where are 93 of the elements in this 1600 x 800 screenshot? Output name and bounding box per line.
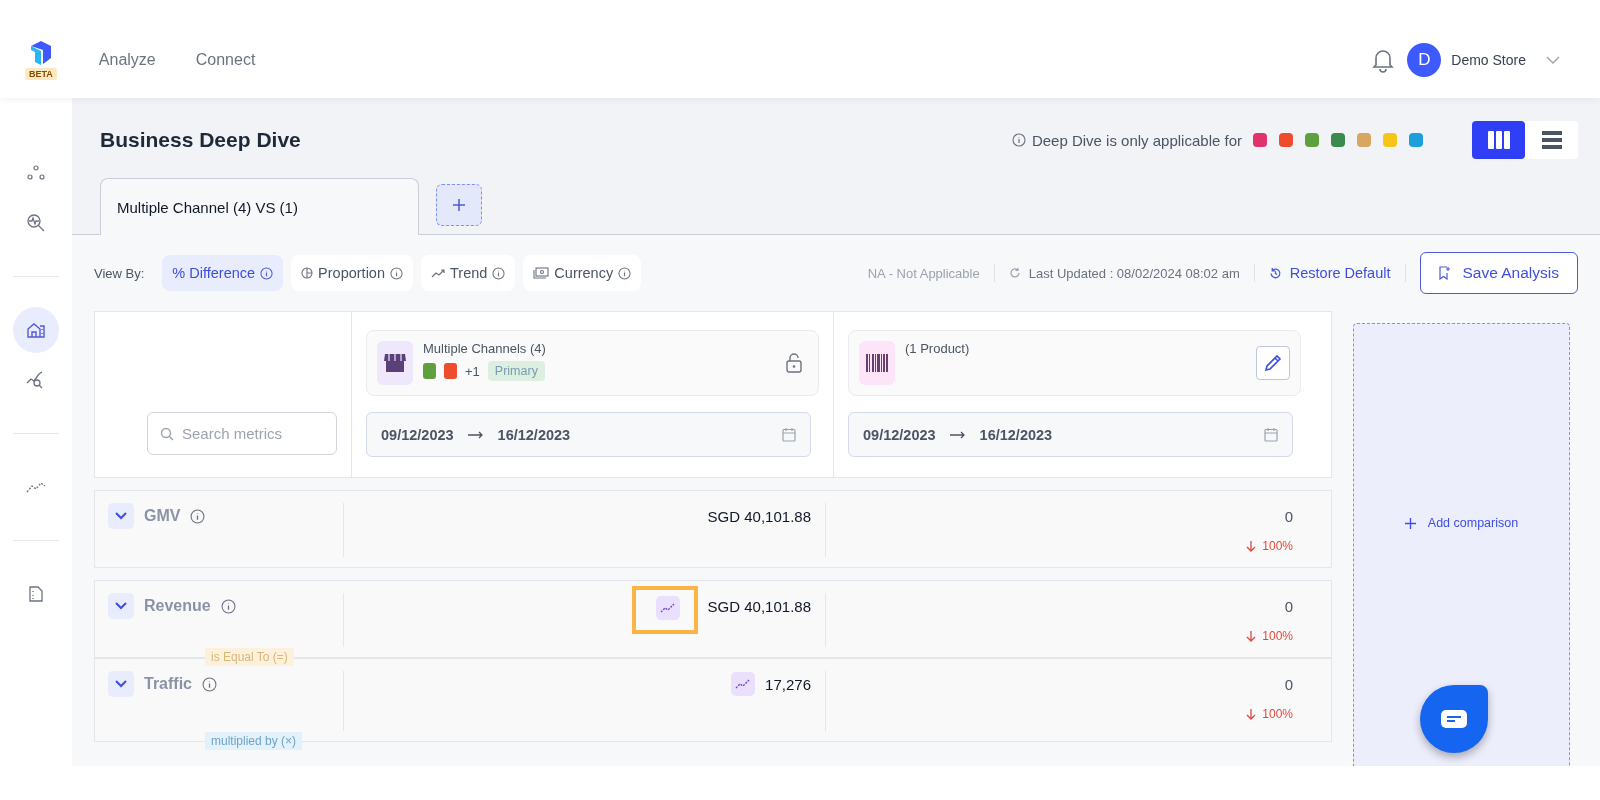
nodes-icon: [27, 165, 45, 181]
trend-icon: [26, 480, 46, 494]
metric-value: 0: [1284, 675, 1293, 693]
view-by-chip[interactable]: Currency: [523, 255, 642, 291]
arrow-right-icon: [467, 430, 484, 439]
metric-name: GMV: [144, 506, 181, 526]
analysis-tab[interactable]: Multiple Channel (4) VS (1): [100, 178, 419, 235]
refresh-icon: [1008, 267, 1021, 279]
info-icon: [202, 677, 217, 692]
columns-icon: [1487, 131, 1510, 149]
info-icon: [390, 266, 403, 280]
info-icon: [220, 599, 236, 614]
view-by-chip[interactable]: Trend: [421, 255, 516, 291]
chevron-down-icon: [115, 602, 127, 610]
barcode-icon: [859, 341, 895, 385]
last-updated-text: Last Updated : 08/02/2024 08:02 am: [1028, 265, 1240, 281]
more-channels-count: +1: [465, 363, 480, 379]
trend-button[interactable]: [731, 672, 756, 696]
document-icon: [29, 586, 43, 602]
add-tab-button[interactable]: [436, 184, 482, 226]
restore-icon: [1268, 266, 1282, 280]
chevron-down-icon: [115, 680, 127, 688]
expand-button[interactable]: [108, 503, 134, 529]
start-date: 09/12/2023: [381, 426, 454, 443]
info-icon: [190, 509, 206, 524]
add-comparison-panel[interactable]: Add comparison: [1353, 323, 1570, 766]
rows-icon: [1541, 131, 1562, 149]
relation-tag: is Equal To (=): [205, 648, 294, 666]
user-name[interactable]: Demo Store: [1451, 52, 1526, 68]
primary-tag: Primary: [487, 361, 545, 381]
chat-icon: [1441, 710, 1467, 728]
metric-value: 0: [1284, 507, 1293, 525]
na-legend: NA - Not Applicable: [867, 265, 980, 281]
nav-link[interactable]: Analyze: [98, 51, 156, 69]
bookmark-icon: [1438, 266, 1451, 280]
sidebar-item[interactable]: [13, 307, 59, 353]
logo-icon: [28, 40, 53, 66]
restore-default-link[interactable]: Restore Default: [1268, 265, 1391, 281]
pie-icon: [301, 267, 314, 279]
search-icon: [160, 427, 174, 441]
page-title: Business Deep Dive: [100, 128, 301, 152]
chevron-down-icon: [115, 512, 127, 520]
metric-value: 0: [1284, 597, 1293, 615]
arrow-right-icon: [949, 430, 966, 439]
nav-link[interactable]: Connect: [195, 51, 256, 69]
calendar-icon: [782, 427, 796, 442]
metric-value: SGD 40,101.88: [707, 507, 811, 525]
search-field[interactable]: Search metrics: [147, 412, 337, 455]
date-range-field[interactable]: 09/12/2023 16/12/2023: [366, 412, 811, 457]
metric-name: Revenue: [144, 596, 211, 616]
user-avatar[interactable]: D: [1407, 43, 1442, 77]
view-by-chip[interactable]: Proportion: [291, 255, 413, 291]
save-analysis-button[interactable]: Save Analysis: [1419, 252, 1578, 294]
view-by-label: View By:: [94, 265, 145, 281]
store-icon: [26, 321, 46, 339]
calendar-icon: [1264, 427, 1278, 442]
info-icon: [618, 266, 632, 280]
trend-icon: [431, 268, 445, 278]
pencil-icon: [1264, 354, 1282, 372]
info-icon: [492, 266, 506, 280]
edit-button[interactable]: [1256, 346, 1290, 380]
end-date: 16/12/2023: [979, 426, 1053, 443]
comparison-title: Multiple Channels (4): [423, 341, 547, 356]
chevron-down-icon[interactable]: [1546, 56, 1560, 64]
expand-button[interactable]: [108, 671, 134, 697]
view-toggle-button[interactable]: [1472, 121, 1525, 159]
trend-icon: [659, 603, 676, 613]
trend-icon: [735, 679, 752, 689]
start-date: 09/12/2023: [863, 426, 936, 443]
metric-value: SGD 40,101.88: [707, 597, 811, 615]
expand-button[interactable]: [108, 593, 134, 619]
metric-value: 17,276: [765, 675, 811, 693]
metric-name: Traffic: [144, 674, 192, 694]
relation-tag: multiplied by (×): [205, 732, 303, 750]
banknote-icon: [533, 267, 550, 279]
bell-icon[interactable]: [1371, 47, 1396, 73]
storefront-icon: [377, 341, 413, 385]
change-value: 100%: [1246, 629, 1293, 643]
view-by-chip[interactable]: % Difference: [162, 255, 284, 291]
date-range-field[interactable]: 09/12/2023 16/12/2023: [848, 412, 1293, 457]
comparison-title: (1 Product): [905, 341, 971, 356]
magnifier-icon: [26, 213, 46, 233]
change-value: 100%: [1246, 539, 1293, 553]
add-comparison-link[interactable]: Add comparison: [1404, 516, 1519, 530]
info-icon: [1011, 133, 1026, 147]
plus-icon: [1404, 517, 1416, 529]
beta-badge: BETA: [25, 68, 57, 80]
trend-button[interactable]: [655, 596, 680, 620]
change-value: 100%: [1246, 707, 1293, 721]
plus-icon: [452, 198, 466, 212]
end-date: 16/12/2023: [497, 426, 571, 443]
info-icon: [260, 266, 274, 280]
notice-text: Deep Dive is only applicable for: [1031, 131, 1242, 149]
